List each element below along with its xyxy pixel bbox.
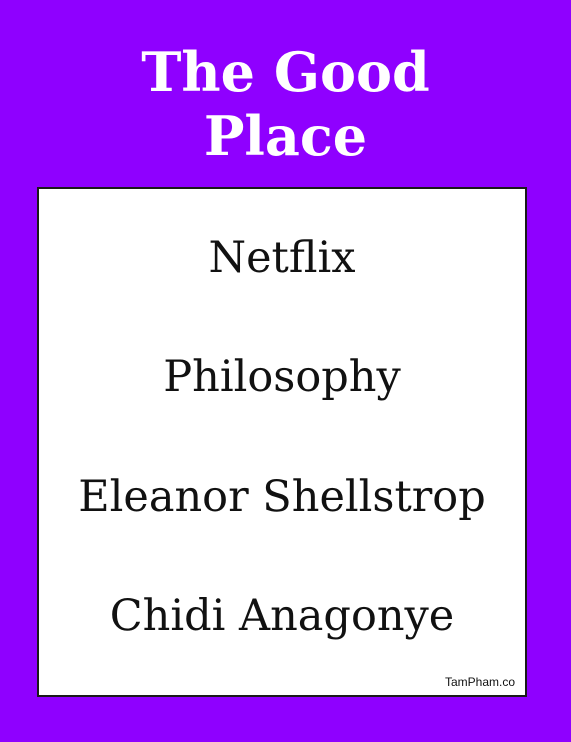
card-item-theme: Philosophy	[163, 352, 401, 402]
credit-watermark: TamPham.co	[444, 675, 515, 689]
info-card: Netflix Philosophy Eleanor Shellstrop Ch…	[37, 187, 527, 697]
title-line-1: The Good	[141, 40, 430, 104]
page-title: The Good Place	[0, 40, 571, 168]
title-line-2: Place	[203, 104, 368, 168]
card-item-network: Netflix	[208, 233, 356, 283]
card-item-character-2: Chidi Anagonye	[109, 591, 455, 641]
card-item-character-1: Eleanor Shellstrop	[78, 472, 486, 522]
